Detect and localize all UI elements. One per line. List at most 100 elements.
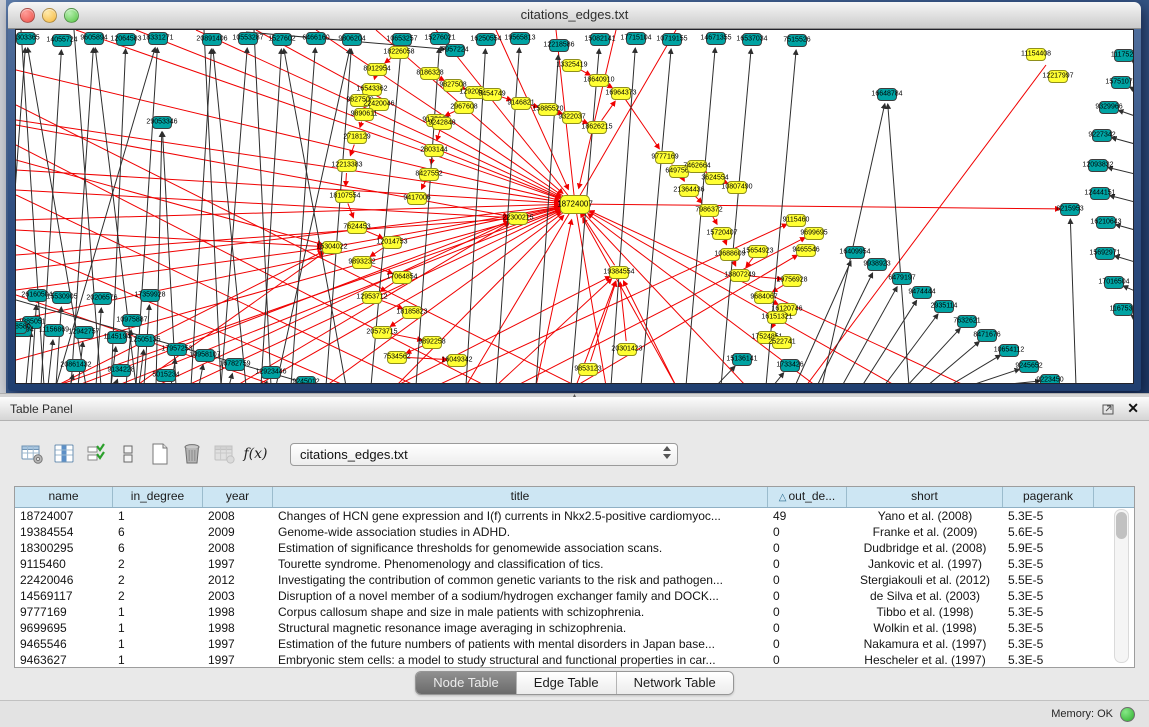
column-header-name[interactable]: name (15, 487, 113, 507)
graph-edge[interactable] (733, 261, 735, 266)
graph-node[interactable]: 9245012 (296, 376, 316, 385)
table-cell[interactable]: Yano et al. (2008) (847, 508, 1003, 524)
column-header-in-degree[interactable]: in_degree (113, 487, 203, 507)
graph-node[interactable]: 7462664 (687, 160, 707, 173)
graph-edge[interactable] (236, 223, 509, 384)
column-header-year[interactable]: year (203, 487, 273, 507)
graph-edge[interactable] (139, 350, 144, 384)
rows-icon[interactable] (114, 441, 141, 468)
table-cell[interactable]: Stergiakouli et al. (2012) (847, 572, 1003, 588)
graph-node[interactable]: 12213383 (337, 159, 357, 172)
table-cell[interactable]: Franke et al. (2009) (847, 524, 1003, 540)
network-view-canvas[interactable]: 2303365140557249605894120645831833127120… (15, 29, 1134, 384)
graph-node[interactable]: 9465546 (796, 244, 816, 257)
graph-node[interactable]: 16151321 (767, 311, 787, 324)
graph-node[interactable]: 20861432 (66, 359, 86, 372)
table-cell[interactable]: Hescheler et al. (1997) (847, 652, 1003, 668)
graph-node[interactable]: 1527602 (272, 33, 292, 46)
column-header-title[interactable]: title (273, 487, 768, 507)
graph-node[interactable]: 12093832 (1088, 159, 1108, 172)
graph-node[interactable]: 9474444 (912, 286, 932, 299)
close-panel-icon[interactable]: ✕ (1127, 400, 1139, 417)
table-cell[interactable]: 5.3E-5 (1003, 508, 1094, 524)
graph-edge[interactable] (346, 173, 347, 186)
graph-node[interactable]: 11156869 (44, 324, 64, 337)
graph-edge[interactable] (115, 379, 117, 384)
graph-node[interactable]: 7986372 (699, 204, 719, 217)
graph-node[interactable]: 1898580 (15, 321, 27, 334)
graph-node[interactable]: 18626215 (587, 121, 607, 134)
network-window[interactable]: citations_edges.txt 23033651405572496058… (8, 2, 1141, 391)
graph-edge[interactable] (641, 49, 671, 384)
graph-node[interactable]: 16250554 (476, 33, 496, 46)
graph-edge[interactable] (116, 210, 560, 384)
graph-edge[interactable] (683, 178, 685, 181)
graph-node[interactable]: 8471676 (977, 329, 997, 342)
select-all-icon[interactable] (82, 441, 109, 468)
graph-node[interactable]: 21364436 (679, 184, 699, 197)
table-cell[interactable]: 5.3E-5 (1003, 588, 1094, 604)
graph-node[interactable]: 17957253 (167, 343, 187, 356)
graph-node[interactable]: 15692971 (1095, 247, 1115, 260)
delete-column-icon[interactable] (178, 441, 205, 468)
graph-node[interactable]: 9605894 (84, 32, 104, 45)
graph-node[interactable]: 18640910 (589, 74, 609, 87)
graph-node[interactable]: 12014753 (382, 236, 402, 249)
table-cell[interactable]: 0 (768, 636, 847, 652)
graph-edge[interactable] (907, 328, 960, 384)
graph-node[interactable]: 2803144 (424, 144, 444, 157)
graph-edge[interactable] (773, 373, 784, 384)
float-panel-icon[interactable] (1102, 403, 1115, 415)
tab-edge-table[interactable]: Edge Table (517, 672, 617, 694)
table-cell[interactable]: 5.3E-5 (1003, 620, 1094, 636)
graph-node[interactable]: 7632621 (957, 315, 977, 328)
graph-node[interactable]: 26160504 (27, 289, 47, 302)
graph-edge[interactable] (261, 49, 281, 384)
table-cell[interactable]: 5.5E-5 (1003, 572, 1094, 588)
table-cell[interactable]: 9115460 (15, 556, 113, 572)
graph-node[interactable]: 9777169 (655, 151, 675, 164)
graph-node[interactable]: 10654112 (999, 344, 1019, 357)
graph-edge[interactable] (196, 30, 575, 204)
table-cell[interactable]: 0 (768, 572, 847, 588)
table-cell[interactable]: 1997 (203, 636, 273, 652)
table-cell[interactable]: 6 (113, 540, 203, 556)
graph-node[interactable]: 7957224 (445, 44, 465, 57)
graph-node[interactable]: 9699695 (804, 227, 824, 240)
table-cell[interactable]: 19384554 (15, 524, 113, 540)
new-column-icon[interactable] (146, 441, 173, 468)
graph-node[interactable]: 8427552 (419, 168, 439, 181)
table-cell[interactable]: 5.3E-5 (1003, 652, 1094, 668)
table-cell[interactable]: 18724007 (15, 508, 113, 524)
table-cell[interactable]: 0 (768, 588, 847, 604)
column-header-pagerank[interactable]: pagerank (1003, 487, 1094, 507)
table-cell[interactable]: 2 (113, 588, 203, 604)
graph-edge[interactable] (1070, 219, 1076, 384)
graph-node[interactable]: 6479197 (892, 272, 912, 285)
graph-node[interactable]: 10719155 (662, 33, 682, 46)
graph-node[interactable]: 2718129 (347, 131, 367, 144)
graph-edge[interactable] (416, 48, 439, 384)
graph-node[interactable]: 2967608 (454, 101, 474, 114)
graph-node[interactable]: 2303365 (16, 32, 36, 45)
graph-edge[interactable] (466, 204, 575, 384)
graph-node[interactable]: 9322037 (562, 111, 582, 124)
graph-edge[interactable] (191, 49, 211, 384)
graph-node[interactable]: 15885520 (538, 103, 558, 116)
graph-node[interactable]: 9329966 (1099, 101, 1119, 114)
close-window-icon[interactable] (20, 8, 35, 23)
graph-node[interactable]: 20301423 (617, 343, 637, 356)
graph-hub-node[interactable]: 18724007 (560, 195, 590, 214)
import-table-icon[interactable] (210, 441, 237, 468)
table-cell[interactable]: 1998 (203, 620, 273, 636)
graph-node[interactable]: 2935114 (934, 300, 954, 313)
graph-node[interactable]: 14671355 (706, 32, 726, 45)
graph-edge[interactable] (229, 374, 232, 384)
table-cell[interactable]: 1 (113, 652, 203, 668)
graph-node[interactable]: 7515526 (787, 34, 807, 47)
graph-node[interactable]: 9827508 (443, 79, 463, 92)
graph-node[interactable]: 9115460 (786, 214, 806, 227)
graph-edge[interactable] (213, 49, 246, 384)
graph-node[interactable]: 19756928 (782, 274, 802, 287)
tab-network-table[interactable]: Network Table (617, 672, 733, 694)
